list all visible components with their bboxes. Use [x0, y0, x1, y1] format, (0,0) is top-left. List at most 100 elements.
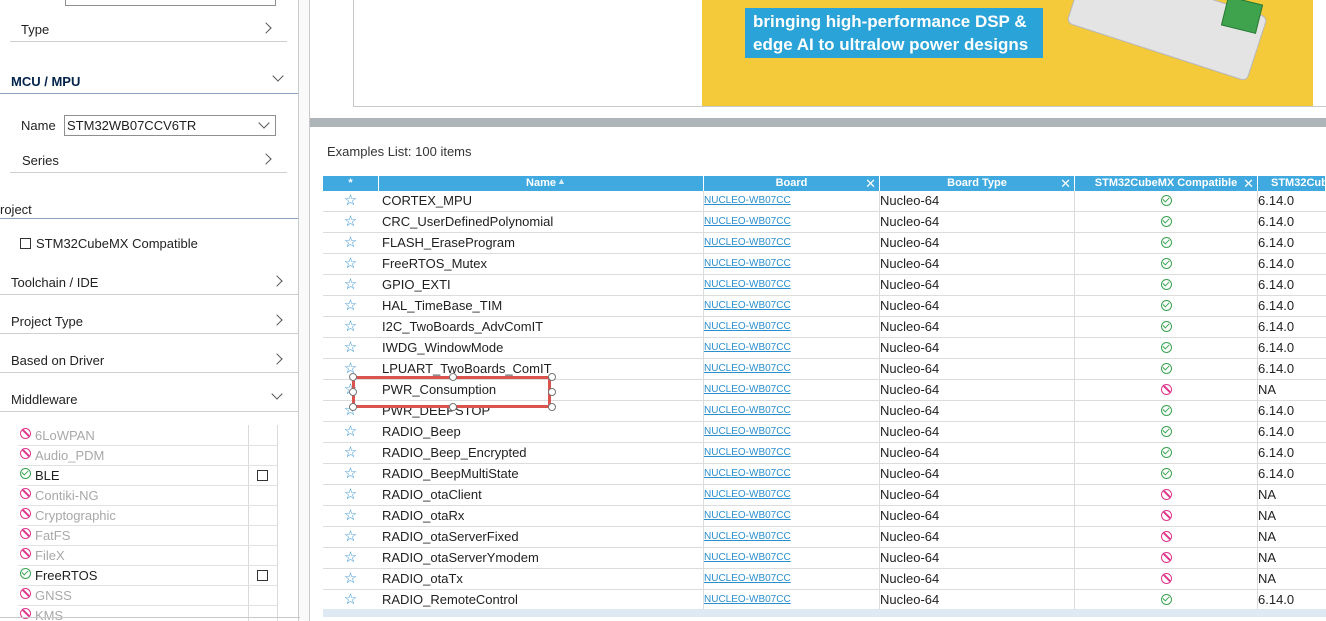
chevron-down-icon[interactable] — [272, 70, 284, 82]
close-icon[interactable]: ✕ — [1060, 176, 1071, 191]
example-name[interactable]: RADIO_Beep_Encrypted — [382, 443, 702, 464]
table-row[interactable]: ☆ RADIO_otaServerYmodem NUCLEO-WB07CC Nucle… — [323, 548, 1326, 569]
table-row[interactable]: ☆ GPIO_EXTI NUCLEO-WB07CC Nucleo-64 6.14.0 — [323, 275, 1326, 296]
example-name[interactable]: RADIO_otaServerYmodem — [382, 548, 702, 569]
table-row[interactable]: ☆ FreeRTOS_Mutex NUCLEO-WB07CC Nucleo-64 6.1… — [323, 254, 1326, 275]
table-row[interactable]: ☆ RADIO_otaClient NUCLEO-WB07CC Nucleo-64 NA — [323, 485, 1326, 506]
chevron-down-icon[interactable] — [271, 388, 283, 400]
compat-checkbox[interactable] — [20, 238, 31, 249]
board-link[interactable]: NUCLEO-WB07CC — [704, 422, 874, 443]
middleware-item[interactable]: GNSS — [18, 586, 278, 606]
chevron-right-icon[interactable] — [271, 314, 283, 326]
middleware-item[interactable]: Audio_PDM — [18, 446, 278, 466]
resize-handle[interactable] — [349, 388, 357, 396]
table-row[interactable]: ☆ CRC_UserDefinedPolynomial NUCLEO-WB07CC N… — [323, 212, 1326, 233]
column-header-version[interactable]: STM32Cub — [1258, 176, 1326, 191]
example-name[interactable]: GPIO_EXTI — [382, 275, 702, 296]
star-icon[interactable]: ☆ — [323, 296, 378, 317]
scrollbar[interactable] — [298, 0, 310, 621]
middleware-checkbox[interactable] — [257, 570, 268, 581]
middleware-item[interactable]: FreeRTOS — [18, 566, 278, 586]
star-icon[interactable]: ☆ — [323, 548, 378, 569]
table-row[interactable]: ☆ RADIO_otaTx NUCLEO-WB07CC Nucleo-64 NA — [323, 569, 1326, 590]
horizontal-scrollbar[interactable] — [323, 609, 1326, 617]
table-row[interactable]: ☆ FLASH_EraseProgram NUCLEO-WB07CC Nucleo-6… — [323, 233, 1326, 254]
example-name[interactable]: I2C_TwoBoards_AdvComIT — [382, 317, 702, 338]
middleware-item[interactable]: FatFS — [18, 526, 278, 546]
column-header-compatible[interactable]: STM32CubeMX Compatible ✕ — [1075, 176, 1258, 191]
filter-input-top[interactable] — [65, 0, 276, 6]
middleware-item[interactable]: Contiki-NG — [18, 486, 278, 506]
board-link[interactable]: NUCLEO-WB07CC — [704, 296, 874, 317]
example-name[interactable]: RADIO_otaClient — [382, 485, 702, 506]
column-header-board[interactable]: Board ✕ — [704, 176, 880, 191]
resize-handle[interactable] — [548, 388, 556, 396]
chevron-right-icon[interactable] — [260, 153, 272, 165]
example-name[interactable]: HAL_TimeBase_TIM — [382, 296, 702, 317]
example-name[interactable]: FreeRTOS_Mutex — [382, 254, 702, 275]
table-row[interactable]: ☆ RADIO_otaRx NUCLEO-WB07CC Nucleo-64 NA — [323, 506, 1326, 527]
resize-handle[interactable] — [349, 403, 357, 411]
board-link[interactable]: NUCLEO-WB07CC — [704, 569, 874, 590]
middleware-item[interactable]: 6LoWPAN — [18, 426, 278, 446]
star-icon[interactable]: ☆ — [323, 275, 378, 296]
board-link[interactable]: NUCLEO-WB07CC — [704, 317, 874, 338]
mcu-section-title[interactable]: MCU / MPU — [11, 74, 80, 89]
example-name[interactable]: IWDG_WindowMode — [382, 338, 702, 359]
board-link[interactable]: NUCLEO-WB07CC — [704, 590, 874, 611]
board-link[interactable]: NUCLEO-WB07CC — [704, 443, 874, 464]
example-name[interactable]: FLASH_EraseProgram — [382, 233, 702, 254]
example-name[interactable]: CRC_UserDefinedPolynomial — [382, 212, 702, 233]
example-name[interactable]: RADIO_otaRx — [382, 506, 702, 527]
promo-banner[interactable]: bringing high-performance DSP & edge AI … — [702, 0, 1313, 106]
star-icon[interactable]: ☆ — [323, 233, 378, 254]
table-row[interactable]: ☆ RADIO_RemoteControl NUCLEO-WB07CC Nucleo-… — [323, 590, 1326, 611]
board-link[interactable]: NUCLEO-WB07CC — [704, 527, 874, 548]
example-name[interactable]: RADIO_BeepMultiState — [382, 464, 702, 485]
close-icon[interactable]: ✕ — [1243, 176, 1254, 191]
table-row[interactable]: ☆ RADIO_otaServerFixed NUCLEO-WB07CC Nucleo… — [323, 527, 1326, 548]
star-icon[interactable]: ☆ — [323, 485, 378, 506]
pane-splitter[interactable] — [310, 118, 1326, 127]
star-icon[interactable]: ☆ — [323, 569, 378, 590]
board-link[interactable]: NUCLEO-WB07CC — [704, 380, 874, 401]
star-icon[interactable]: ☆ — [323, 464, 378, 485]
chevron-right-icon[interactable] — [271, 353, 283, 365]
table-row[interactable]: ☆ RADIO_Beep_Encrypted NUCLEO-WB07CC Nucleo… — [323, 443, 1326, 464]
table-row[interactable]: ☆ HAL_TimeBase_TIM NUCLEO-WB07CC Nucleo-64 6… — [323, 296, 1326, 317]
middleware-item[interactable]: FileX — [18, 546, 278, 566]
resize-handle[interactable] — [449, 403, 457, 411]
resize-handle[interactable] — [548, 403, 556, 411]
chevron-down-icon[interactable] — [258, 117, 270, 129]
star-icon[interactable]: ☆ — [323, 443, 378, 464]
board-link[interactable]: NUCLEO-WB07CC — [704, 548, 874, 569]
table-row[interactable]: ☆ CORTEX_MPU NUCLEO-WB07CC Nucleo-64 6.14.0 — [323, 191, 1326, 212]
project-type-filter-label[interactable]: Project Type — [11, 314, 83, 329]
board-link[interactable]: NUCLEO-WB07CC — [704, 464, 874, 485]
middleware-item[interactable]: KMS — [18, 606, 278, 621]
board-link[interactable]: NUCLEO-WB07CC — [704, 401, 874, 422]
close-icon[interactable]: ✕ — [865, 176, 876, 191]
star-icon[interactable]: ☆ — [323, 191, 378, 212]
star-icon[interactable]: ☆ — [323, 317, 378, 338]
table-row[interactable]: ☆ IWDG_WindowMode NUCLEO-WB07CC Nucleo-64 6.… — [323, 338, 1326, 359]
board-link[interactable]: NUCLEO-WB07CC — [704, 191, 874, 212]
board-link[interactable]: NUCLEO-WB07CC — [704, 359, 874, 380]
middleware-checkbox[interactable] — [257, 470, 268, 481]
example-name[interactable]: RADIO_otaTx — [382, 569, 702, 590]
driver-filter-label[interactable]: Based on Driver — [11, 353, 104, 368]
example-name[interactable]: CORTEX_MPU — [382, 191, 702, 212]
table-row[interactable]: ☆ RADIO_Beep NUCLEO-WB07CC Nucleo-64 6.14.0 — [323, 422, 1326, 443]
type-filter-label[interactable]: Type — [21, 22, 49, 37]
column-header-board-type[interactable]: Board Type ✕ — [880, 176, 1075, 191]
board-link[interactable]: NUCLEO-WB07CC — [704, 506, 874, 527]
series-filter-label[interactable]: Series — [22, 153, 59, 168]
chevron-right-icon[interactable] — [271, 275, 283, 287]
example-name[interactable]: RADIO_Beep — [382, 422, 702, 443]
star-icon[interactable]: ☆ — [323, 212, 378, 233]
column-header-favorite[interactable]: * — [323, 176, 379, 191]
column-header-name[interactable]: Name ▲ — [379, 176, 704, 191]
middleware-filter-label[interactable]: Middleware — [11, 392, 77, 407]
resize-handle[interactable] — [548, 373, 556, 381]
board-link[interactable]: NUCLEO-WB07CC — [704, 338, 874, 359]
